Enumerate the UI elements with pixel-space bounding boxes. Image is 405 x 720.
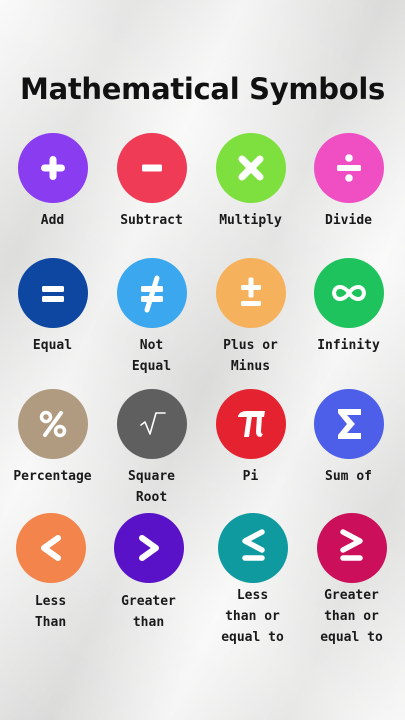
symbol-label: Divide (325, 213, 372, 228)
not-equal-icon (117, 258, 187, 328)
page-title: Mathematical Symbols (20, 72, 385, 106)
symbol-label: Square Root (128, 469, 175, 505)
pi-icon (216, 389, 286, 459)
greater-than-icon (114, 513, 184, 583)
infinity-icon (314, 258, 384, 328)
percent-icon (18, 389, 88, 459)
symbol-label: Greater than (121, 594, 176, 630)
multiply-icon (216, 133, 286, 203)
minus-icon (117, 133, 187, 203)
symbol-label: Equal (32, 338, 73, 353)
symbol-label: Less than or equal to (221, 588, 284, 645)
symbol-label: Not Equal (131, 338, 172, 374)
square-root-icon (117, 389, 187, 459)
plus-icon (18, 133, 88, 203)
sigma-icon (314, 389, 384, 459)
symbol-label: Multiply (219, 213, 282, 228)
symbol-label: Pi (242, 469, 259, 484)
symbol-label: Plus or Minus (223, 338, 278, 374)
symbol-label: Add (40, 213, 65, 228)
less-than-or-equal-icon (218, 513, 288, 583)
symbol-label: Less Than (34, 594, 67, 630)
symbol-label: Percentage (13, 469, 92, 484)
divide-icon (314, 133, 384, 203)
symbol-label: Sum of (325, 469, 372, 484)
symbol-label: Subtract (120, 213, 183, 228)
symbol-label: Infinity (317, 338, 380, 353)
symbol-label: Greater than or equal to (320, 588, 383, 645)
plus-minus-icon (216, 258, 286, 328)
greater-than-or-equal-icon (317, 513, 387, 583)
less-than-icon (16, 513, 86, 583)
equal-icon (18, 258, 88, 328)
